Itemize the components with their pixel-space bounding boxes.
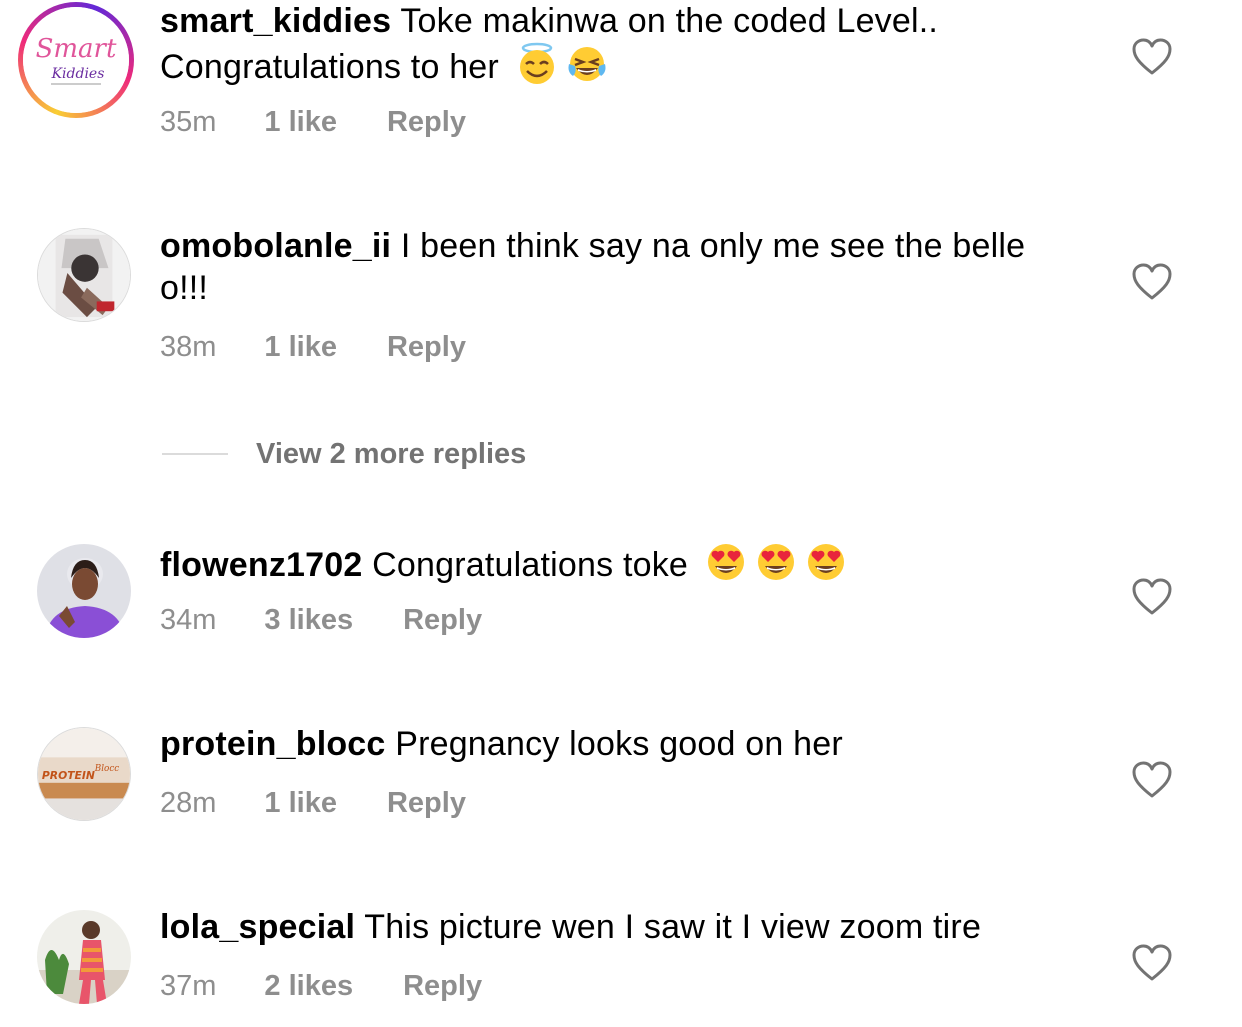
smiling-face-with-halo-icon (515, 42, 559, 86)
reply-button[interactable]: Reply (387, 331, 466, 364)
comment-likes[interactable]: 2 likes (264, 970, 353, 1003)
comment-text: Pregnancy looks good on her (395, 725, 843, 763)
comment-username[interactable]: flowenz1702 (160, 546, 363, 584)
comment-username[interactable]: lola_special (160, 908, 355, 946)
comment-time: 34m (160, 604, 217, 636)
heart-outline-icon[interactable] (1132, 578, 1172, 616)
heart-outline-icon[interactable] (1132, 761, 1172, 799)
avatar: Smart Kiddies (23, 7, 129, 113)
avatar[interactable]: PROTEIN Blocc (37, 727, 131, 821)
comment-body: smart_kiddies Toke makinwa on the coded … (160, 0, 1060, 88)
comment-time: 28m (160, 787, 217, 819)
comment-username[interactable]: smart_kiddies (160, 2, 391, 40)
avatar[interactable] (37, 228, 131, 322)
heart-outline-icon[interactable] (1132, 944, 1172, 982)
comment-body: flowenz1702 Congratulations toke (160, 540, 1060, 586)
face-with-tears-of-joy-icon (565, 42, 609, 86)
comment-time: 37m (160, 970, 217, 1002)
comment-username[interactable]: omobolanle_ii (160, 227, 391, 265)
comment-likes[interactable]: 1 like (264, 106, 337, 139)
comment-meta: 35m 1 like Reply (160, 106, 466, 139)
comment-likes[interactable]: 3 likes (264, 604, 353, 637)
comment-meta: 38m 1 like Reply (160, 331, 466, 364)
avatar-logo-main: PROTEIN (42, 769, 95, 782)
reply-button[interactable]: Reply (403, 604, 482, 637)
view-more-replies-button[interactable]: View 2 more replies (162, 432, 526, 476)
comment-meta: 28m 1 like Reply (160, 787, 466, 820)
smart-kiddies-logo: Smart Kiddies (23, 7, 129, 113)
comment-body: omobolanle_ii I been think say na only m… (160, 225, 1060, 309)
avatar-logo-sub: Blocc (94, 764, 120, 774)
avatar-story-ring[interactable]: Smart Kiddies (18, 2, 134, 118)
protein-blocc-logo: PROTEIN Blocc (38, 728, 130, 820)
heart-outline-icon[interactable] (1132, 263, 1172, 301)
comment-time: 35m (160, 106, 217, 138)
comment-meta: 37m 2 likes Reply (160, 970, 482, 1003)
comment-meta: 34m 3 likes Reply (160, 604, 482, 637)
view-more-replies-label: View 2 more replies (256, 437, 527, 470)
comment-text: This picture wen I saw it I view zoom ti… (364, 908, 982, 946)
comment-likes[interactable]: 1 like (264, 331, 337, 364)
avatar-logo-sub: Kiddies (51, 66, 105, 82)
replies-divider (162, 453, 228, 455)
avatar[interactable] (37, 910, 131, 1004)
reply-button[interactable]: Reply (387, 787, 466, 820)
avatar[interactable] (37, 544, 131, 638)
reply-button[interactable]: Reply (403, 970, 482, 1003)
comment-username[interactable]: protein_blocc (160, 725, 386, 763)
comment-body: lola_special This picture wen I saw it I… (160, 906, 1060, 948)
smiling-face-with-heart-eyes-icon (754, 540, 798, 584)
reply-button[interactable]: Reply (387, 106, 466, 139)
avatar-logo-main: Smart (36, 34, 117, 64)
smiling-face-with-heart-eyes-icon (704, 540, 748, 584)
heart-outline-icon[interactable] (1132, 38, 1172, 76)
comment-body: protein_blocc Pregnancy looks good on he… (160, 723, 1060, 765)
comment-time: 38m (160, 331, 217, 363)
comment-likes[interactable]: 1 like (264, 787, 337, 820)
comment-text: Congratulations toke (372, 546, 689, 584)
smiling-face-with-heart-eyes-icon (804, 540, 848, 584)
